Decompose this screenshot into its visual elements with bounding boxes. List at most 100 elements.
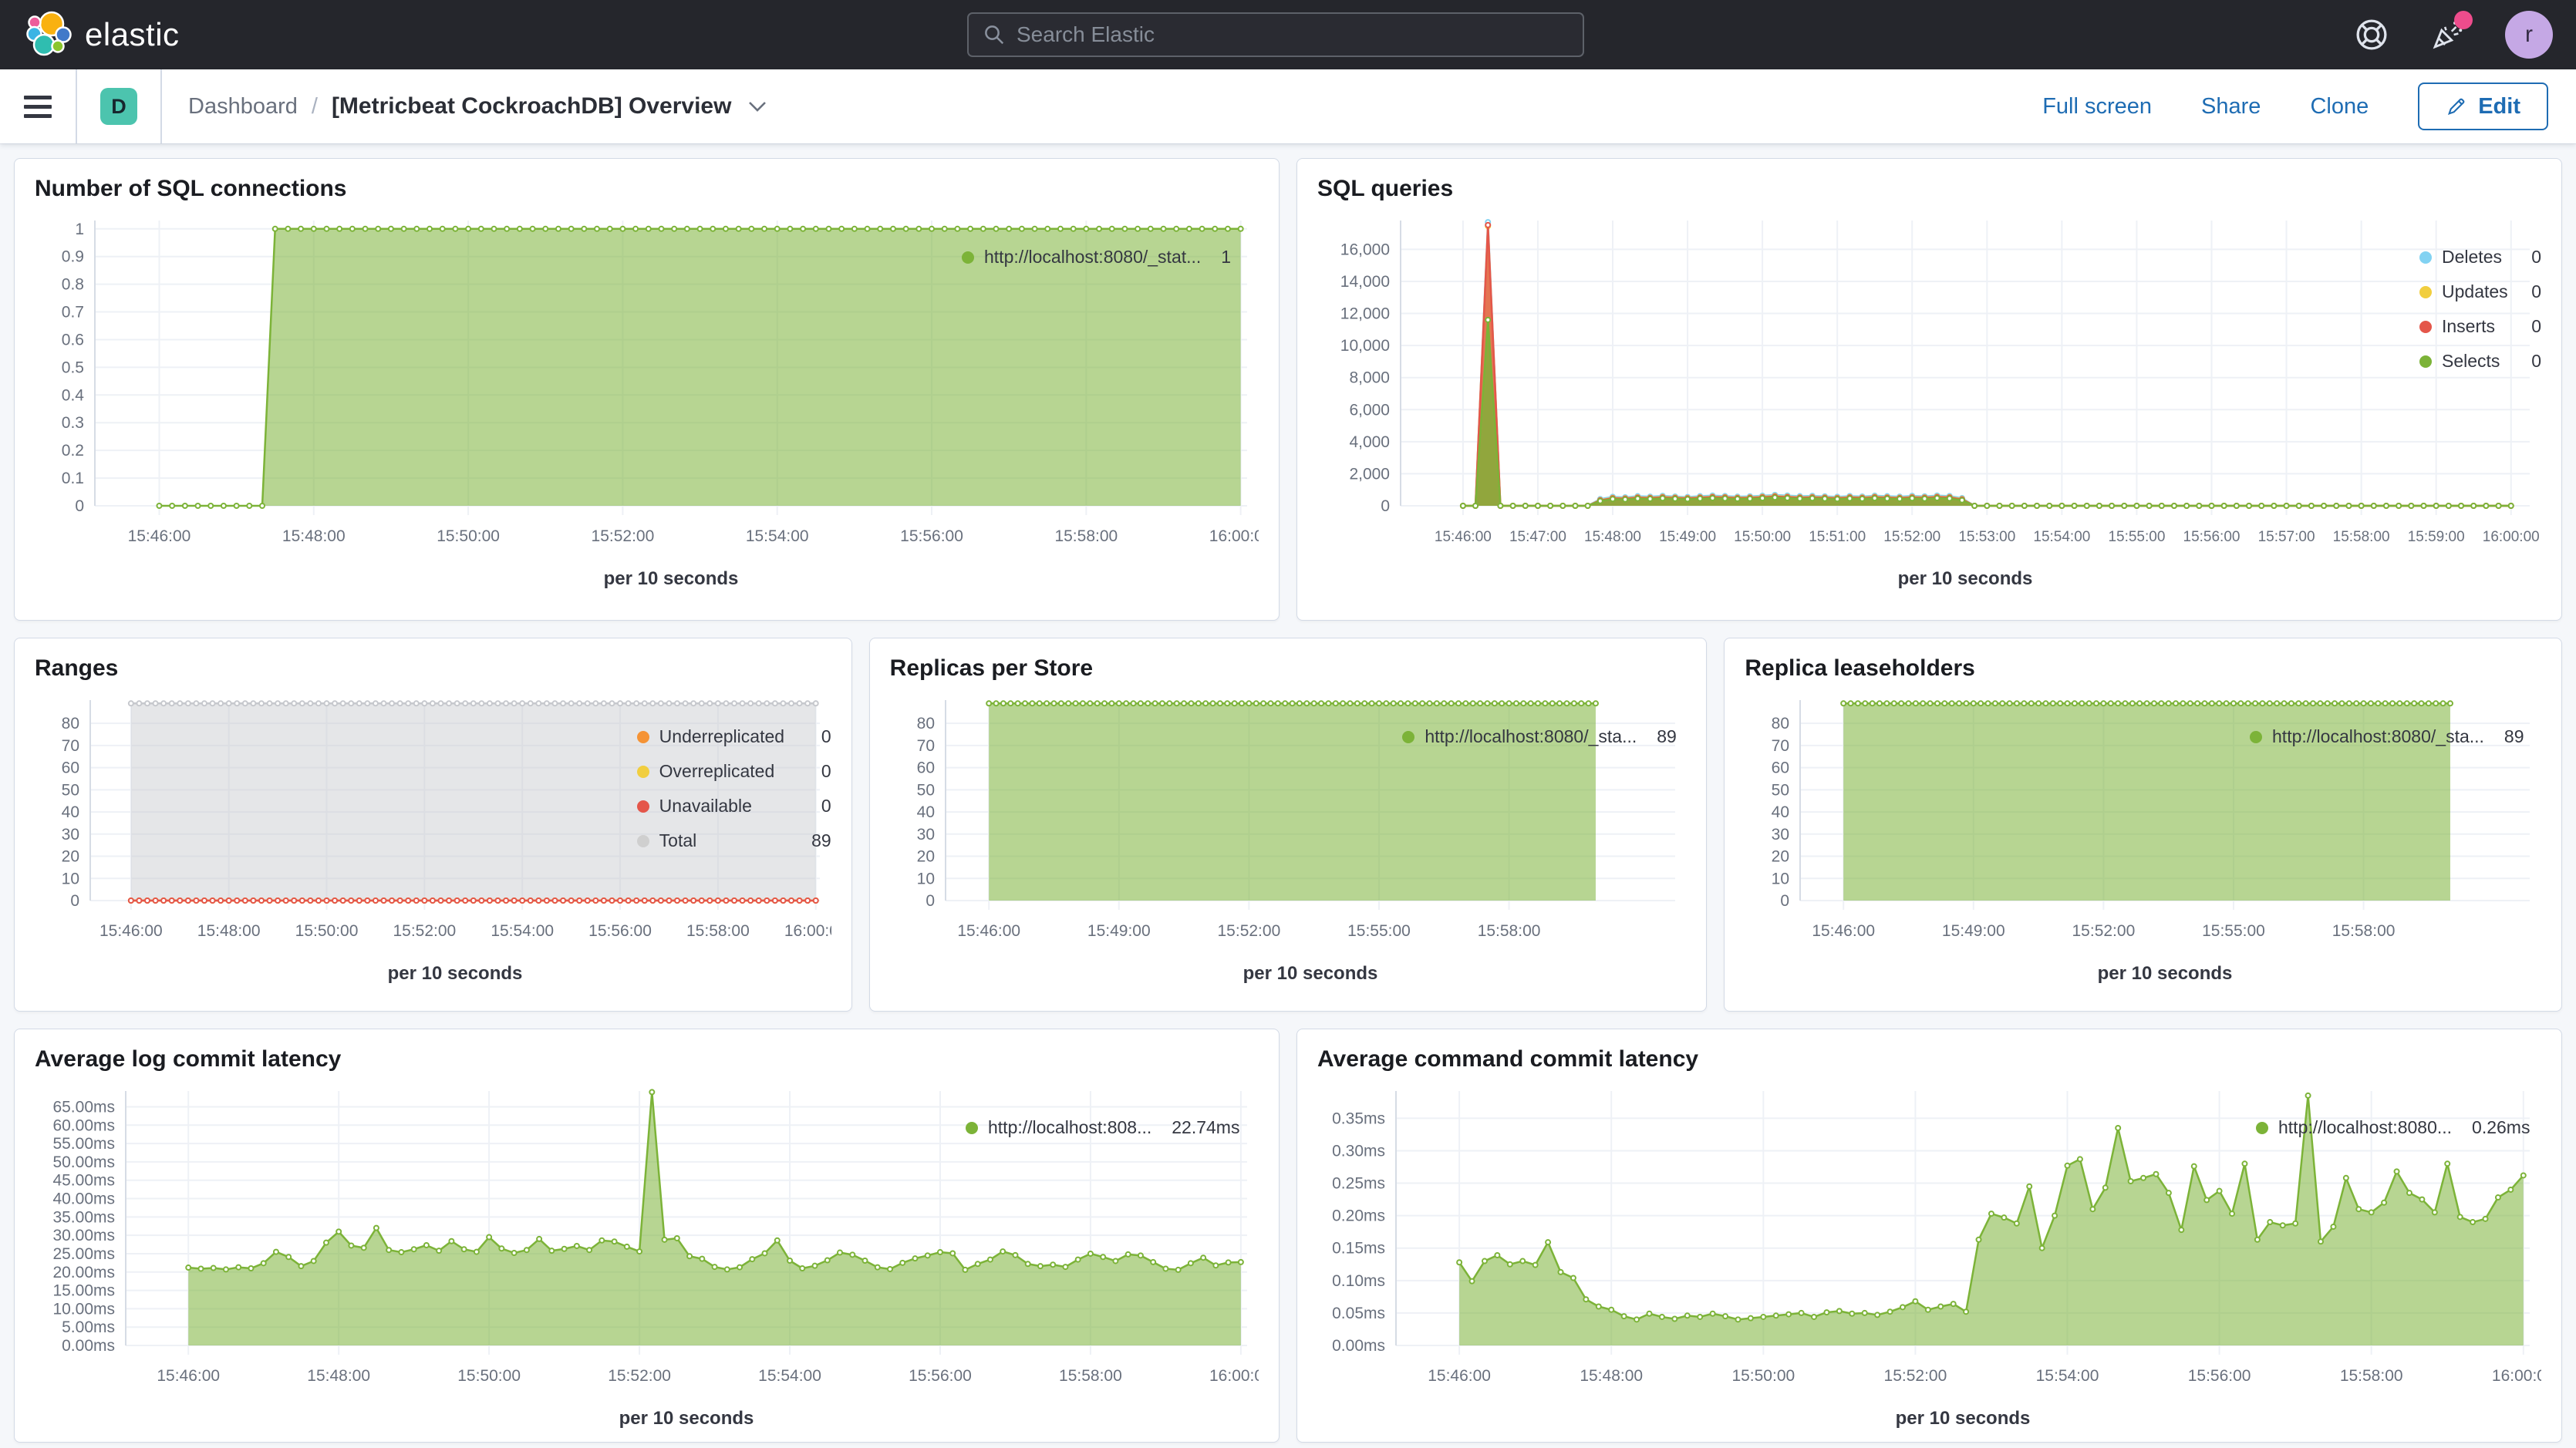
legend-dot-icon	[637, 835, 649, 847]
svg-text:per 10 seconds: per 10 seconds	[604, 568, 739, 589]
legend-item[interactable]: http://localhost:8080...0.26ms	[2256, 1117, 2541, 1138]
svg-text:40: 40	[62, 803, 79, 821]
svg-text:15:52:00: 15:52:00	[1883, 529, 1940, 545]
legend-dot-icon	[2419, 321, 2432, 333]
legend-label: http://localhost:808...	[988, 1117, 1151, 1138]
space-avatar[interactable]: D	[100, 88, 137, 125]
svg-text:15:54:00: 15:54:00	[758, 1367, 821, 1385]
svg-text:0.15ms: 0.15ms	[1332, 1240, 1385, 1258]
legend-dot-icon	[2419, 286, 2432, 298]
chart-average-command-commit-latency[interactable]: 0.00ms0.05ms0.10ms0.15ms0.20ms0.25ms0.30…	[1317, 1082, 2256, 1440]
svg-text:60: 60	[62, 759, 79, 777]
legend-dot-icon	[637, 731, 649, 743]
legend-label: Selects	[2442, 351, 2531, 372]
svg-text:70: 70	[916, 737, 934, 755]
svg-text:2,000: 2,000	[1349, 465, 1390, 483]
edit-button[interactable]: Edit	[2418, 83, 2548, 130]
dashboard-toolbar: Full screen Share Clone Edit	[2042, 83, 2576, 130]
svg-text:50: 50	[62, 781, 79, 799]
legend-item[interactable]: http://localhost:8080/_sta...89	[1402, 726, 1686, 747]
chart-number-of-sql-connections[interactable]: 00.10.20.30.40.50.60.70.80.9115:46:0015:…	[35, 211, 962, 601]
svg-text:10: 10	[916, 870, 934, 887]
global-search[interactable]	[967, 12, 1584, 57]
svg-text:15:54:00: 15:54:00	[491, 922, 554, 940]
svg-text:50: 50	[1772, 781, 1789, 799]
legend-value: 0	[2531, 351, 2541, 372]
svg-text:35.00ms: 35.00ms	[52, 1208, 115, 1226]
svg-text:15:49:00: 15:49:00	[1659, 529, 1716, 545]
svg-text:0.35ms: 0.35ms	[1332, 1110, 1385, 1127]
legend-value: 0	[2531, 316, 2541, 337]
legend-dot-icon	[2256, 1122, 2268, 1134]
svg-text:per 10 seconds: per 10 seconds	[619, 1408, 754, 1429]
global-header: elastic	[0, 0, 2576, 69]
chart-replicas-per-store[interactable]: 0102030405060708015:46:0015:49:0015:52:0…	[890, 691, 1403, 995]
legend-dot-icon	[1402, 731, 1414, 743]
legend-item[interactable]: Underreplicated0	[637, 726, 831, 747]
svg-text:15:55:00: 15:55:00	[1347, 922, 1411, 940]
svg-text:80: 80	[62, 715, 79, 732]
svg-text:15:46:00: 15:46:00	[1428, 1367, 1491, 1385]
svg-text:per 10 seconds: per 10 seconds	[1896, 1408, 2031, 1429]
svg-text:60.00ms: 60.00ms	[52, 1116, 115, 1134]
breadcrumb: Dashboard / [Metricbeat CockroachDB] Ove…	[188, 93, 767, 120]
svg-text:0: 0	[75, 497, 84, 515]
legend-item[interactable]: http://localhost:8080/_stat...1	[962, 247, 1259, 268]
svg-text:15:46:00: 15:46:00	[128, 527, 191, 545]
svg-text:15:52:00: 15:52:00	[1217, 922, 1280, 940]
clone-button[interactable]: Clone	[2310, 94, 2369, 120]
chart-ranges[interactable]: 0102030405060708015:46:0015:48:0015:50:0…	[35, 691, 637, 995]
svg-text:15.00ms: 15.00ms	[52, 1282, 115, 1300]
svg-text:20.00ms: 20.00ms	[52, 1264, 115, 1281]
svg-text:15:56:00: 15:56:00	[909, 1367, 972, 1385]
newsfeed-icon[interactable]	[2429, 17, 2465, 52]
legend-value: 0.26ms	[2472, 1117, 2530, 1138]
breadcrumb-dashboard-link[interactable]: Dashboard	[188, 94, 298, 120]
legend-item[interactable]: Overreplicated0	[637, 761, 831, 782]
legend-item[interactable]: Unavailable0	[637, 796, 831, 817]
elastic-brand[interactable]: elastic	[23, 8, 180, 62]
chevron-down-icon[interactable]	[748, 101, 767, 113]
svg-text:0.20ms: 0.20ms	[1332, 1207, 1385, 1225]
page-title: [Metricbeat CockroachDB] Overview	[332, 93, 732, 120]
svg-text:0.10ms: 0.10ms	[1332, 1272, 1385, 1290]
chart-sql-queries[interactable]: 02,0004,0006,0008,00010,00012,00014,0001…	[1317, 211, 2419, 601]
legend-item[interactable]: Selects0	[2419, 351, 2541, 372]
svg-text:0.3: 0.3	[62, 414, 84, 432]
help-icon[interactable]	[2354, 17, 2389, 52]
svg-text:0: 0	[70, 892, 79, 910]
legend-label: http://localhost:8080/_sta...	[2272, 726, 2484, 747]
legend-item[interactable]: Deletes0	[2419, 247, 2541, 268]
share-button[interactable]: Share	[2201, 94, 2261, 120]
chart-replica-leaseholders[interactable]: 0102030405060708015:46:0015:49:0015:52:0…	[1745, 691, 2250, 995]
chart-average-log-commit-latency[interactable]: 0.00ms5.00ms10.00ms15.00ms20.00ms25.00ms…	[35, 1082, 966, 1440]
legend-value: 89	[2504, 726, 2524, 747]
legend-item[interactable]: http://localhost:8080/_sta... 89	[2250, 726, 2541, 747]
panel-replica-leaseholders: Replica leaseholders 0102030405060708015…	[1724, 638, 2562, 1012]
brand-name: elastic	[85, 16, 180, 53]
search-input[interactable]	[1017, 22, 1569, 47]
legend-value: 0	[821, 796, 831, 817]
legend-item[interactable]: Updates0	[2419, 281, 2541, 302]
svg-text:0.00ms: 0.00ms	[62, 1337, 115, 1355]
legend-value: 0	[821, 726, 831, 747]
svg-text:15:50:00: 15:50:00	[1734, 529, 1791, 545]
svg-text:15:48:00: 15:48:00	[1584, 529, 1641, 545]
svg-text:0.7: 0.7	[62, 304, 84, 322]
legend-item[interactable]: Inserts0	[2419, 316, 2541, 337]
svg-text:0: 0	[1381, 497, 1390, 515]
legend: Underreplicated0Overreplicated0Unavailab…	[637, 691, 831, 995]
legend-item[interactable]: http://localhost:808...22.74ms	[966, 1117, 1259, 1138]
legend-label: Overreplicated	[659, 761, 821, 782]
user-avatar[interactable]: r	[2505, 11, 2553, 59]
svg-text:15:47:00: 15:47:00	[1509, 529, 1566, 545]
svg-text:10: 10	[62, 870, 79, 887]
legend-item[interactable]: Total89	[637, 830, 831, 851]
svg-text:15:51:00: 15:51:00	[1809, 529, 1866, 545]
svg-text:25.00ms: 25.00ms	[52, 1245, 115, 1263]
menu-button[interactable]	[0, 69, 77, 143]
svg-text:15:46:00: 15:46:00	[99, 922, 163, 940]
panel-title: Replicas per Store	[890, 655, 1687, 682]
full-screen-button[interactable]: Full screen	[2042, 94, 2152, 120]
svg-text:per 10 seconds: per 10 seconds	[2098, 963, 2233, 984]
